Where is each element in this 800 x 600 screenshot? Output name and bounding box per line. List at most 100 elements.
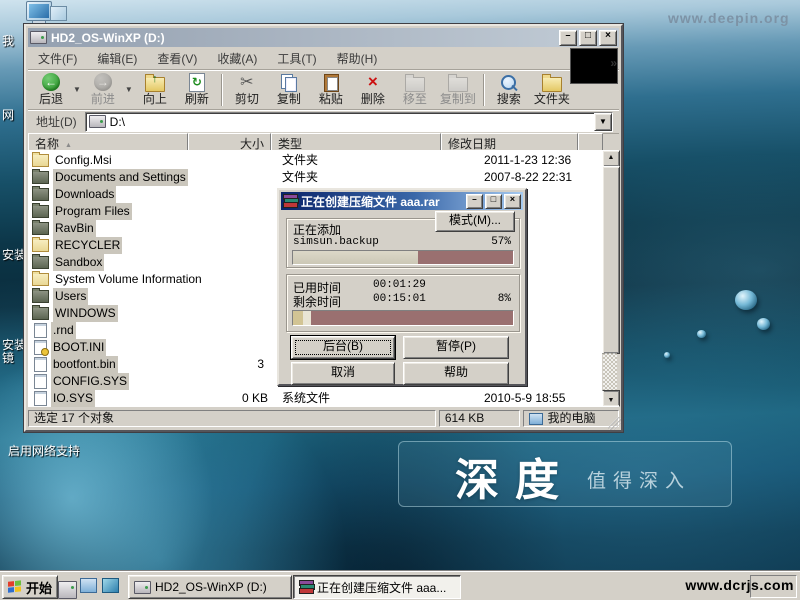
table-row[interactable]: IO.SYS 0 KB 系统文件 2010-5-9 18:55 (28, 390, 603, 407)
folder-icon (32, 154, 49, 167)
resize-grip[interactable] (608, 417, 621, 430)
copy-to-icon (448, 77, 468, 92)
start-button[interactable]: 开始 (2, 575, 58, 599)
toolbar: ← 后退 ▼ → 前进 ▼ ↑ 向上 ↻ 刷新 ✂ 剪切 (28, 70, 619, 110)
quick-launch-computer-icon[interactable] (80, 578, 97, 593)
desktop-icon-label[interactable]: 安装 (2, 246, 24, 263)
menu-help[interactable]: 帮助(H) (327, 48, 388, 69)
folder-icon (32, 222, 49, 235)
window-title: HD2_OS-WinXP (D:) (51, 31, 557, 45)
menu-favorites[interactable]: 收藏(A) (207, 48, 267, 69)
desktop-icon-label[interactable]: 我 (2, 32, 22, 49)
forward-button[interactable]: → 前进 (82, 71, 124, 108)
address-label: 地址(D) (28, 113, 85, 130)
quick-launch-drive-icon[interactable] (58, 581, 77, 599)
address-bar: 地址(D) D:\ ▼ (28, 110, 619, 134)
winrar-icon (299, 580, 313, 594)
forward-icon: → (94, 73, 112, 91)
close-button[interactable]: × (599, 30, 617, 46)
move-to-icon (405, 77, 425, 92)
pause-button[interactable]: 暂停(P) (403, 336, 509, 359)
table-row[interactable]: Config.Msi 文件夹 2011-1-23 12:36 (28, 152, 603, 169)
water-drop (735, 290, 757, 310)
delete-button[interactable]: × 删除 (352, 71, 394, 108)
file-icon (34, 323, 47, 338)
desktop: www.deepin.org 深度 值得深入 我 网 安装 安装 镜 启用网络支… (0, 0, 800, 600)
minimize-button[interactable]: – (559, 30, 577, 46)
drive-icon (134, 581, 151, 594)
menu-tools[interactable]: 工具(T) (267, 48, 326, 69)
file-gear-icon (34, 340, 47, 355)
cut-button[interactable]: ✂ 剪切 (226, 71, 268, 108)
cancel-button[interactable]: 取消 (291, 362, 395, 385)
menu-file[interactable]: 文件(F) (28, 48, 87, 69)
desktop-icon-label[interactable]: 镜 (2, 349, 24, 366)
refresh-button[interactable]: ↻ 刷新 (176, 71, 218, 108)
file-percent: 57% (491, 236, 511, 248)
column-header-date[interactable]: 修改日期 (441, 133, 578, 151)
folder-icon (32, 273, 49, 286)
menu-edit[interactable]: 编辑(E) (87, 48, 147, 69)
search-icon (499, 72, 519, 92)
copy-icon (279, 72, 299, 92)
dialog-maximize-button[interactable]: □ (485, 194, 502, 209)
taskbar-task-winrar[interactable]: 正在创建压缩文件 aaa... (293, 575, 461, 599)
scroll-down-button[interactable]: ▲ (602, 390, 620, 407)
folders-icon (542, 77, 562, 92)
taskbar-task-explorer[interactable]: HD2_OS-WinXP (D:) (128, 575, 292, 599)
scrollbar-track[interactable] (603, 353, 617, 391)
folders-button[interactable]: 文件夹 (530, 71, 574, 108)
sort-asc-icon: ▲ (65, 142, 72, 149)
drive-icon (89, 115, 106, 128)
vertical-scrollbar[interactable]: ▲ ▲ (602, 150, 618, 407)
paste-button[interactable]: 粘贴 (310, 71, 352, 108)
menu-view[interactable]: 查看(V) (147, 48, 207, 69)
copy-button[interactable]: 复制 (268, 71, 310, 108)
water-drop (664, 352, 670, 358)
dialog-title-bar[interactable]: 正在创建压缩文件 aaa.rar – □ × (281, 192, 523, 210)
desktop-icon-label[interactable]: 网 (2, 106, 22, 123)
back-icon: ← (42, 73, 60, 91)
winrar-progress-dialog: 正在创建压缩文件 aaa.rar – □ × 模式(M)... 正在添加 sim… (277, 188, 527, 386)
water-drop (757, 318, 770, 330)
column-header-type[interactable]: 类型 (271, 133, 441, 151)
address-input[interactable]: D:\ ▼ (85, 112, 613, 132)
table-row[interactable]: Documents and Settings 文件夹 2007-8-22 22:… (28, 169, 603, 186)
secondary-icon (50, 6, 67, 21)
scroll-up-button[interactable]: ▲ (602, 150, 620, 167)
desktop-icon-my-computer[interactable] (26, 1, 54, 26)
desktop-icon-label-network-support[interactable]: 启用网络支持 (8, 442, 80, 459)
file-progress-bar (292, 250, 514, 265)
help-button[interactable]: 帮助 (403, 362, 509, 385)
up-button[interactable]: ↑ 向上 (134, 71, 176, 108)
background-button[interactable]: 后台(B) (291, 336, 395, 359)
search-button[interactable]: 搜索 (488, 71, 530, 108)
folder-icon (32, 188, 49, 201)
folder-icon (32, 290, 49, 303)
back-button[interactable]: ← 后退 (30, 71, 72, 108)
winrar-icon (283, 194, 297, 208)
maximize-button[interactable]: □ (579, 30, 597, 46)
address-dropdown-button[interactable]: ▼ (594, 113, 612, 131)
copy-to-button[interactable]: 复制到 (436, 71, 480, 108)
folder-icon (32, 205, 49, 218)
quick-launch-explorer-icon[interactable] (102, 578, 119, 593)
monitor-icon (26, 1, 52, 21)
forward-dropdown[interactable]: ▼ (125, 85, 133, 94)
dialog-close-button[interactable]: × (504, 194, 521, 209)
back-dropdown[interactable]: ▼ (73, 85, 81, 94)
dialog-minimize-button[interactable]: – (466, 194, 483, 209)
folder-icon (32, 307, 49, 320)
scrollbar-thumb[interactable] (602, 166, 620, 354)
mode-button[interactable]: 模式(M)... (435, 211, 515, 232)
title-bar[interactable]: HD2_OS-WinXP (D:) – □ × (28, 28, 619, 47)
my-computer-icon (529, 413, 543, 425)
time-group: 已用时间 00:01:29 剩余时间 00:15:01 8% (286, 274, 520, 332)
file-icon (34, 391, 47, 406)
total-percent: 8% (498, 293, 511, 305)
column-header-name[interactable]: 名称▲ (28, 133, 188, 151)
move-to-button[interactable]: 移至 (394, 71, 436, 108)
column-header-empty[interactable] (578, 133, 603, 151)
column-header-size[interactable]: 大小 (188, 133, 271, 151)
toolbar-overflow-chevron[interactable]: » (610, 56, 617, 70)
